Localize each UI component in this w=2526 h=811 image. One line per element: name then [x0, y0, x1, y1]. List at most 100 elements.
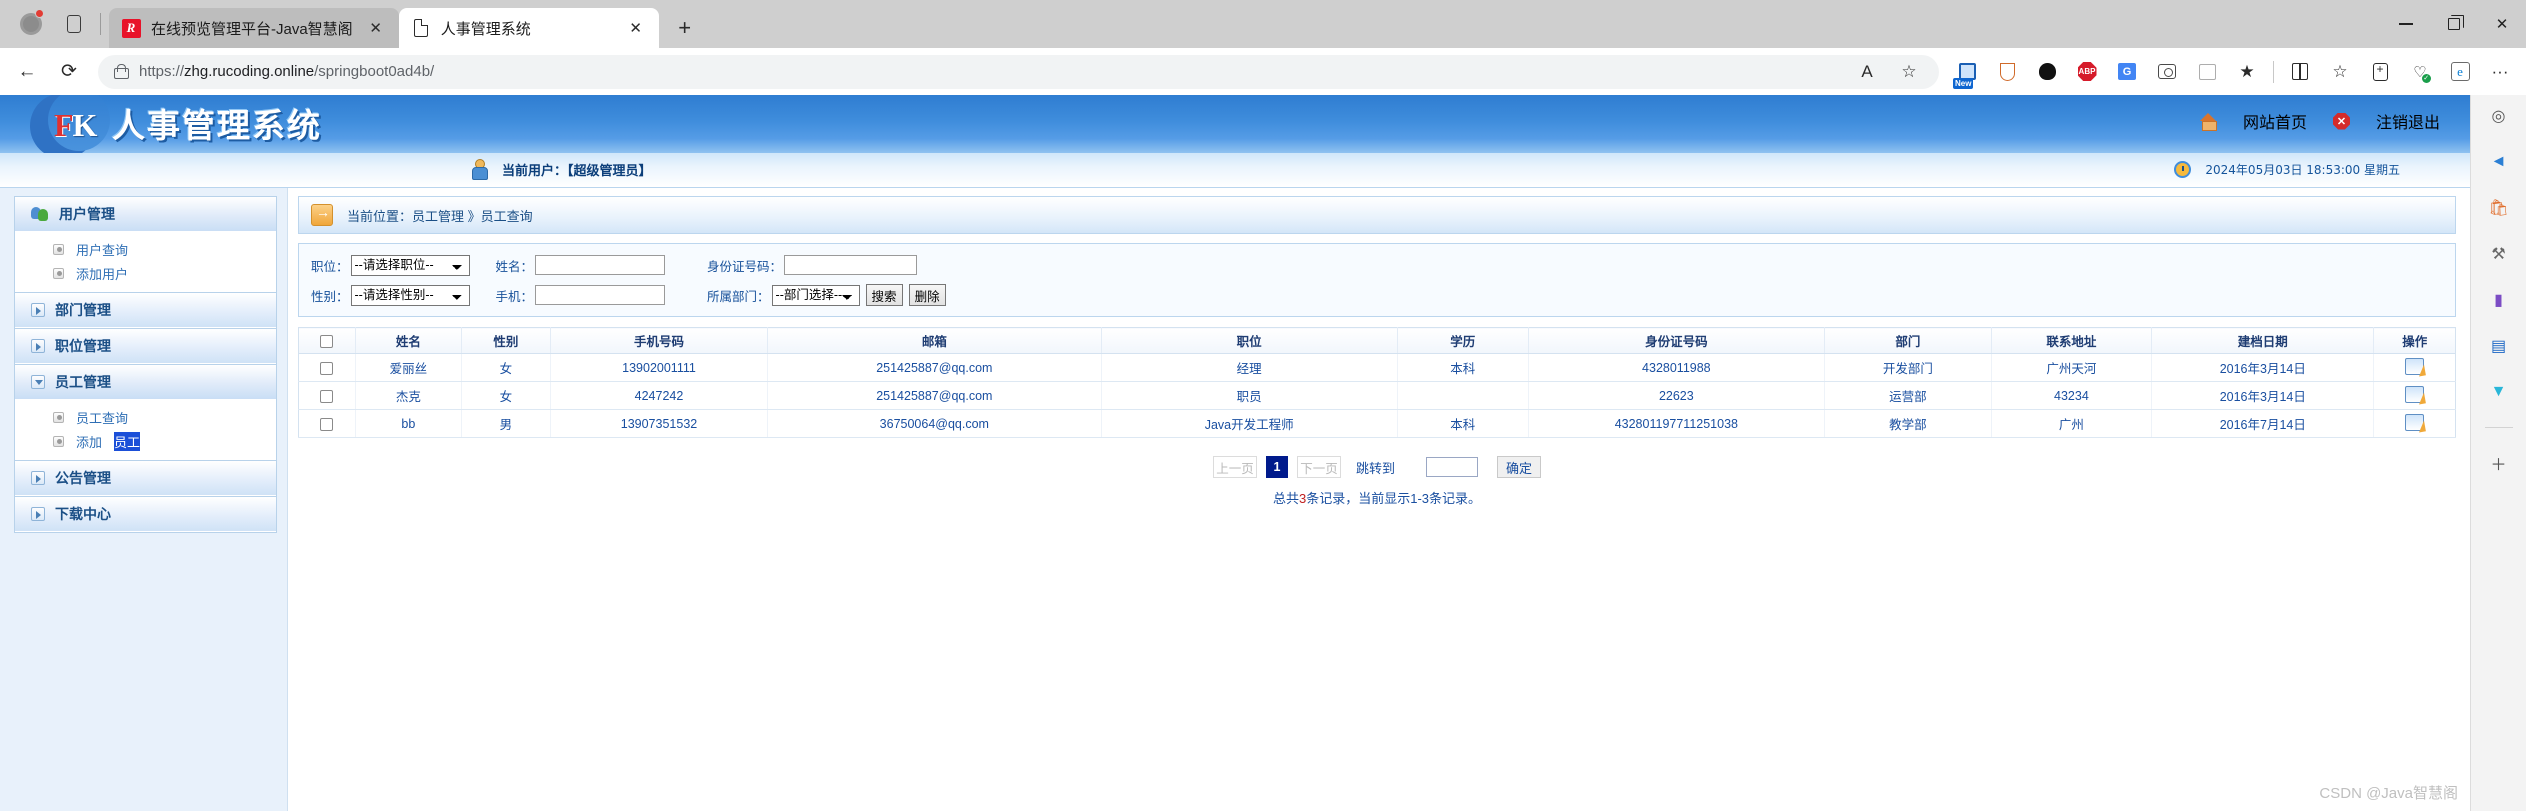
cell-address: 广州天河	[1991, 353, 2153, 382]
settings-more-icon[interactable]: ···	[2480, 54, 2520, 90]
sidebar-group-downloads: 下载中心	[15, 496, 276, 532]
app-logo: FK 人事管理系统	[20, 95, 440, 153]
sidebar-item-position-management[interactable]: 职位管理	[15, 329, 276, 364]
header-links: 网站首页 ✕ 注销退出	[2199, 109, 2440, 133]
sidebar-item-department-management[interactable]: 部门管理	[15, 293, 276, 328]
phone-input[interactable]	[535, 285, 666, 305]
arrow-right-icon	[311, 204, 333, 226]
current-page-button[interactable]: 1	[1265, 456, 1288, 478]
sidebar-item-add-employee[interactable]: 添加 员工	[15, 429, 276, 453]
browser-tab-1[interactable]: R 在线预览管理平台-Java智慧阁 ✕	[109, 8, 399, 48]
edit-icon[interactable]	[2405, 357, 2425, 375]
tab-close-button[interactable]: ✕	[363, 15, 389, 41]
next-page-button[interactable]: 下一页	[1296, 456, 1341, 478]
sidebar-item-user-query[interactable]: 用户查询	[15, 237, 276, 261]
copilot-panel-icon[interactable]: ◎	[2484, 101, 2514, 131]
tools-panel-icon[interactable]: ⚒	[2484, 239, 2514, 269]
profile-button[interactable]	[8, 0, 54, 48]
prev-page-button[interactable]: 上一页	[1212, 456, 1257, 478]
favorite-star-icon[interactable]: ☆	[1889, 54, 1929, 90]
search-panel-icon[interactable]: ◄	[2484, 147, 2514, 177]
bullet-icon	[53, 411, 64, 423]
sub-header-bar: 当前用户：【超级管理员】 2024年05月03日 18:53:00 星期五	[0, 153, 2470, 188]
sidebar-group-announcements: 公告管理	[15, 460, 276, 496]
row-checkbox-cell	[298, 409, 356, 438]
search-button[interactable]: 搜索	[865, 284, 903, 306]
gender-select[interactable]: --请选择性别--	[350, 284, 470, 306]
sidebar-item-employee-query[interactable]: 员工查询	[15, 405, 276, 429]
edit-icon[interactable]	[2405, 413, 2425, 431]
select-all-checkbox[interactable]	[320, 334, 334, 348]
sidebar-item-add-user[interactable]: 添加用户	[15, 261, 276, 285]
reload-icon[interactable]: ⟳	[48, 54, 90, 90]
shopping-panel-icon[interactable]: 🛍	[2484, 193, 2514, 223]
edit-icon[interactable]	[2405, 385, 2425, 403]
sidebar-item-announcement-management[interactable]: 公告管理	[15, 461, 276, 496]
extensions-puzzle-icon[interactable]: ★	[2227, 54, 2267, 90]
position-select[interactable]: --请选择职位--	[350, 254, 470, 276]
r-logo-icon: R	[121, 18, 141, 38]
bullet-icon	[53, 267, 64, 279]
cell-education: 本科	[1397, 409, 1529, 438]
office-panel-icon[interactable]: ▤	[2484, 331, 2514, 361]
split-screen-icon[interactable]	[2280, 54, 2320, 90]
adblock-plus-icon[interactable]: ABP	[2067, 54, 2107, 90]
minimize-button[interactable]	[2382, 0, 2430, 48]
sidebar-group-users: 用户管理 用户查询 添加用户	[15, 196, 276, 292]
games-panel-icon[interactable]: ▮	[2484, 285, 2514, 315]
download-extension-icon[interactable]	[2187, 54, 2227, 90]
sidebar-item-employee-management[interactable]: 员工管理	[15, 365, 276, 400]
search-form-row-2: 性别： --请选择性别-- 手机： 所属部门： --部门选择-- 搜索 删除	[311, 283, 2455, 307]
camera-extension-icon[interactable]	[2147, 54, 2187, 90]
performance-heart-icon[interactable]: ♡ ✓	[2400, 54, 2440, 90]
jump-to-input[interactable]	[1426, 457, 1478, 477]
row-checkbox[interactable]	[320, 389, 334, 403]
row-checkbox-cell	[298, 353, 356, 382]
name-input[interactable]	[535, 255, 666, 275]
sidebar-group-departments: 部门管理	[15, 292, 276, 328]
drop-panel-icon[interactable]: ▼	[2484, 377, 2514, 407]
read-aloud-icon[interactable]: A	[1847, 54, 1887, 90]
close-window-button[interactable]: ✕	[2478, 0, 2526, 48]
sidebar-submenu-users: 用户查询 添加用户	[15, 232, 276, 292]
datetime-display: 2024年05月03日 18:53:00 星期五	[2174, 161, 2400, 178]
new-tab-button[interactable]: +	[665, 8, 705, 48]
google-translate-icon[interactable]: G	[2107, 54, 2147, 90]
row-checkbox[interactable]	[320, 361, 334, 375]
divider	[100, 13, 101, 35]
window-controls: ✕	[2382, 0, 2526, 48]
sidebar-group-label: 用户管理	[59, 206, 115, 222]
dept-select[interactable]: --部门选择--	[771, 284, 860, 306]
tab-search-button[interactable]	[54, 0, 94, 48]
sidebar-item-user-management[interactable]: 用户管理	[15, 197, 276, 232]
user-icon	[470, 159, 488, 180]
chevron-right-icon	[31, 471, 45, 485]
row-checkbox[interactable]	[320, 417, 334, 431]
row-checkbox-cell	[298, 381, 356, 410]
screenshot-tool-icon[interactable]: New	[1947, 54, 1987, 90]
wallet-icon[interactable]	[2360, 54, 2400, 90]
copilot-icon[interactable]: e	[2440, 54, 2480, 90]
clock-icon	[2174, 161, 2192, 178]
tab-close-button[interactable]: ✕	[623, 15, 649, 41]
browser-tab-2[interactable]: 人事管理系统 ✕	[398, 8, 659, 48]
column-select-all	[298, 327, 356, 354]
confirm-jump-button[interactable]: 确定	[1497, 456, 1542, 478]
delete-button[interactable]: 删除	[908, 284, 946, 306]
sidebar: 用户管理 用户查询 添加用户 部门管理 职位管理 员工管理 员工查询 添加 员工…	[0, 188, 288, 811]
cell-gender: 女	[461, 353, 551, 382]
water-drop-extension-icon[interactable]	[1987, 54, 2027, 90]
collections-icon[interactable]: ☆	[2320, 54, 2360, 90]
breadcrumb-text: 当前位置：员工管理 》员工查询	[347, 208, 533, 224]
add-panel-icon[interactable]: ＋	[2484, 448, 2514, 478]
current-user-label: 当前用户：【超级管理员】	[502, 162, 652, 178]
dark-extension-icon[interactable]	[2027, 54, 2067, 90]
back-icon[interactable]: ←	[6, 54, 48, 90]
maximize-button[interactable]	[2430, 0, 2478, 48]
sidebar-item-download-center[interactable]: 下载中心	[15, 497, 276, 532]
table-row: 杰克 女 4247242 251425887@qq.com 职员 22623 运…	[298, 381, 2456, 410]
logout-link[interactable]: 注销退出	[2376, 109, 2440, 133]
idcard-input[interactable]	[784, 255, 918, 275]
home-link[interactable]: 网站首页	[2243, 109, 2307, 133]
address-bar[interactable]: https://zhg.rucoding.online/springboot0a…	[98, 54, 1939, 90]
